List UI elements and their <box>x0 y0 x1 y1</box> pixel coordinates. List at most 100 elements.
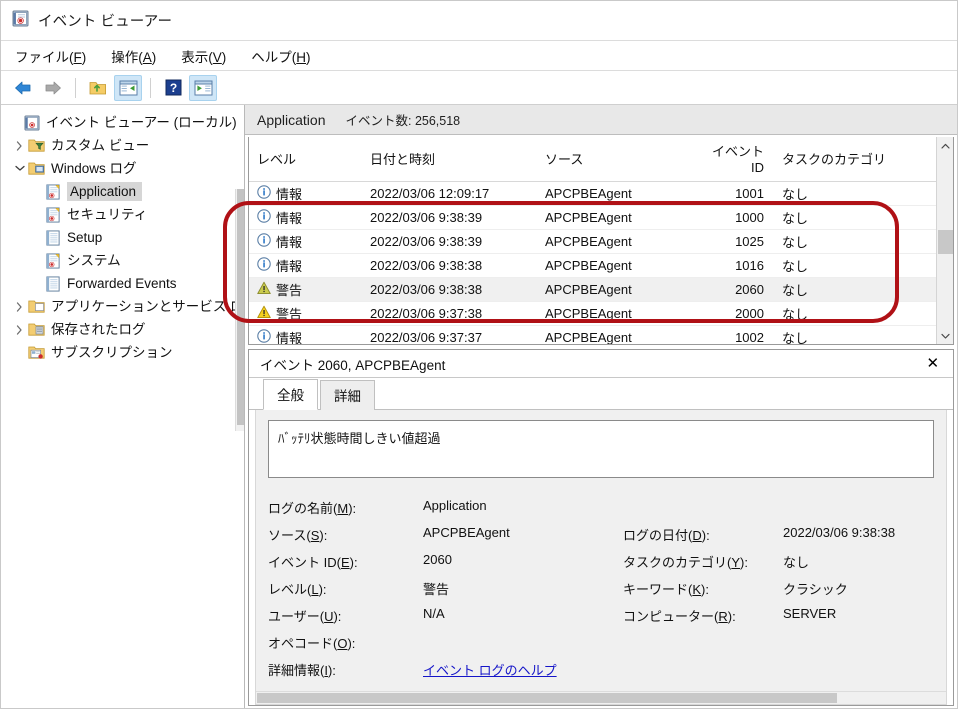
chevron-right-icon[interactable] <box>12 301 27 312</box>
sidebar-item-custom-views[interactable]: カスタム ビュー <box>1 134 244 157</box>
event-list-scrollbar[interactable] <box>936 137 954 344</box>
value-level: 警告 <box>423 582 450 597</box>
table-row[interactable]: 情報 2022/03/06 9:38:39 APCPBEAgent 1025 な… <box>249 229 937 254</box>
event-properties: ログの名前(M): Application ソース(S): APCPBEAgen… <box>268 494 934 683</box>
log-badge-icon <box>43 206 62 223</box>
tab-details[interactable]: 詳細 <box>320 380 375 410</box>
chevron-down-icon[interactable] <box>12 165 27 172</box>
column-header-source[interactable]: ソース <box>537 137 692 182</box>
app-services-folder-icon <box>27 299 46 314</box>
menu-help[interactable]: ヘルプ(H) <box>251 44 323 68</box>
sidebar-item-system[interactable]: システム <box>1 249 244 272</box>
show-action-pane-icon[interactable] <box>189 74 217 101</box>
forward-arrow-icon[interactable] <box>39 75 67 101</box>
level-label: 警告 <box>276 283 303 298</box>
sidebar-item-subscriptions[interactable]: サブスクリプション <box>1 341 244 364</box>
chevron-right-icon[interactable] <box>12 324 27 335</box>
sidebar-item-windows-logs[interactable]: Windows ログ <box>1 157 244 180</box>
table-row[interactable]: 情報 2022/03/06 9:38:38 APCPBEAgent 1016 な… <box>249 253 937 278</box>
windows-logs-folder-icon <box>27 161 46 176</box>
event-log-help-link[interactable]: イベント ログのヘルプ <box>423 663 557 678</box>
event-list: レベル 日付と時刻 ソース イベント ID タスクのカテゴリ 情報 2022/0… <box>248 137 955 345</box>
table-row[interactable]: 情報 2022/03/06 9:37:37 APCPBEAgent 1002 な… <box>249 325 937 344</box>
up-folder-icon[interactable] <box>84 75 112 101</box>
label-log-name: ログの名前(M): <box>268 501 357 516</box>
column-header-datetime[interactable]: 日付と時刻 <box>362 137 537 182</box>
column-header-event-id[interactable]: イベント ID <box>692 137 774 182</box>
menu-file[interactable]: ファイル(F) <box>15 44 99 68</box>
detail-tabs: 全般 詳細 <box>249 378 954 410</box>
cell-category: なし <box>774 229 937 254</box>
sidebar-item-label: システム <box>67 253 121 268</box>
main-pane: Application イベント数: 256,518 レベル 日付と時刻 ソース… <box>245 105 958 708</box>
label-user: ユーザー(U): <box>268 609 342 624</box>
sidebar-item-security[interactable]: セキュリティ <box>1 203 244 226</box>
saved-logs-folder-icon <box>27 322 46 337</box>
label-logged-date: ログの日付(D): <box>623 528 710 543</box>
sidebar-item-event-viewer-local[interactable]: イベント ビューアー (ローカル) <box>1 111 244 134</box>
label-keywords: キーワード(K): <box>623 582 709 597</box>
cell-source: APCPBEAgent <box>537 253 692 278</box>
menu-bar: ファイル(F) 操作(A) 表示(V) ヘルプ(H) <box>1 41 957 71</box>
value-keywords: クラシック <box>783 582 848 597</box>
help-icon[interactable]: ? <box>159 75 187 101</box>
sidebar-scrollbar-thumb[interactable] <box>237 189 244 425</box>
cell-category: なし <box>774 181 937 206</box>
sidebar-item-saved-logs[interactable]: 保存されたログ <box>1 318 244 341</box>
sidebar-item-label: Forwarded Events <box>67 276 177 291</box>
tab-general[interactable]: 全般 <box>263 379 318 410</box>
menu-action[interactable]: 操作(A) <box>111 44 169 68</box>
column-header-level[interactable]: レベル <box>249 137 362 182</box>
cell-category: なし <box>774 325 937 344</box>
label-computer: コンピューター(R): <box>623 609 736 624</box>
menu-view[interactable]: 表示(V) <box>181 44 239 68</box>
detail-body: ﾊﾞｯﾃﾘ状態時間しきい値超過 ログの名前(M): Application ソー… <box>255 410 948 705</box>
close-icon[interactable]: ✕ <box>922 354 943 373</box>
scroll-up-icon[interactable] <box>937 137 954 154</box>
log-plain-icon <box>43 229 62 246</box>
sidebar-item-forwarded-events[interactable]: Forwarded Events <box>1 272 244 295</box>
cell-event-id: 1002 <box>692 325 774 344</box>
scroll-down-icon[interactable] <box>937 327 954 344</box>
cell-source: APCPBEAgent <box>537 181 692 206</box>
level-label: 情報 <box>276 211 303 226</box>
warning-icon <box>257 305 271 322</box>
sidebar-item-label: サブスクリプション <box>51 345 173 360</box>
cell-category: なし <box>774 301 937 326</box>
detail-horizontal-scrollbar-thumb[interactable] <box>257 693 837 703</box>
sidebar-item-label: Setup <box>67 230 103 245</box>
detail-horizontal-scrollbar[interactable] <box>256 691 947 704</box>
sidebar-item-setup[interactable]: Setup <box>1 226 244 249</box>
table-row[interactable]: 情報 2022/03/06 9:38:39 APCPBEAgent 1000 な… <box>249 205 937 230</box>
back-arrow-icon[interactable] <box>9 75 37 101</box>
event-list-scrollbar-thumb[interactable] <box>938 230 954 254</box>
table-row[interactable]: 警告 2022/03/06 9:38:38 APCPBEAgent 2060 な… <box>249 277 937 302</box>
warning-icon <box>257 281 271 298</box>
toolbar: ? <box>1 71 957 105</box>
label-more-information: 詳細情報(I): <box>268 663 336 678</box>
event-message: ﾊﾞｯﾃﾘ状態時間しきい値超過 <box>268 420 935 478</box>
information-icon <box>257 209 271 226</box>
table-row[interactable]: 情報 2022/03/06 12:09:17 APCPBEAgent 1001 … <box>249 181 937 206</box>
table-row[interactable]: 警告 2022/03/06 9:37:38 APCPBEAgent 2000 な… <box>249 301 937 326</box>
sidebar-item-application[interactable]: Application <box>1 180 244 203</box>
cell-datetime: 2022/03/06 9:38:38 <box>362 253 537 278</box>
value-opcode <box>423 629 623 656</box>
sidebar-item-applications-and-services-logs[interactable]: アプリケーションとサービス ログ <box>1 295 244 318</box>
value-task-category: なし <box>783 555 810 570</box>
cell-source: APCPBEAgent <box>537 205 692 230</box>
column-header-category[interactable]: タスクのカテゴリ <box>774 137 937 182</box>
value-empty-6 <box>783 656 934 683</box>
show-console-tree-icon[interactable] <box>114 74 142 101</box>
sidebar-scrollbar[interactable] <box>235 189 244 431</box>
cell-datetime: 2022/03/06 9:38:38 <box>362 277 537 302</box>
label-empty-6 <box>623 656 783 683</box>
sidebar-item-label: Application <box>67 182 143 201</box>
event-viewer-icon <box>22 114 41 131</box>
information-icon <box>257 257 271 274</box>
cell-source: APCPBEAgent <box>537 277 692 302</box>
level-label: 情報 <box>276 187 303 202</box>
value-source: APCPBEAgent <box>423 525 510 540</box>
chevron-right-icon[interactable] <box>12 140 27 151</box>
value-event-id: 2060 <box>423 552 452 567</box>
